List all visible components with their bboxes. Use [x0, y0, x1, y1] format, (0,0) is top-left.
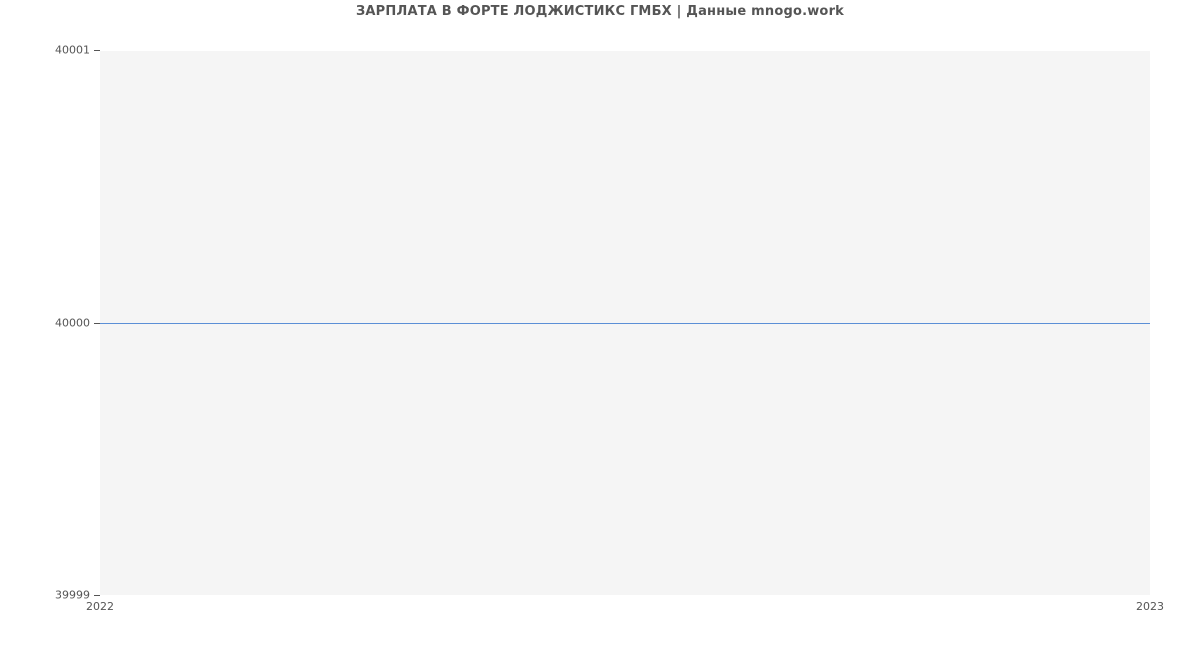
y-tick-label: 40000: [0, 316, 90, 329]
chart-title: ЗАРПЛАТА В ФОРТЕ ЛОДЖИСТИКС ГМБХ | Данны…: [0, 4, 1200, 19]
x-tick-label: 2023: [1136, 600, 1164, 613]
x-tick-label: 2022: [86, 600, 114, 613]
y-tick: [94, 50, 100, 51]
y-tick: [94, 595, 100, 596]
data-line: [100, 323, 1150, 324]
gridline: [100, 50, 1150, 51]
y-tick-label: 40001: [0, 44, 90, 57]
y-tick-label: 39999: [0, 589, 90, 602]
gridline: [100, 595, 1150, 596]
